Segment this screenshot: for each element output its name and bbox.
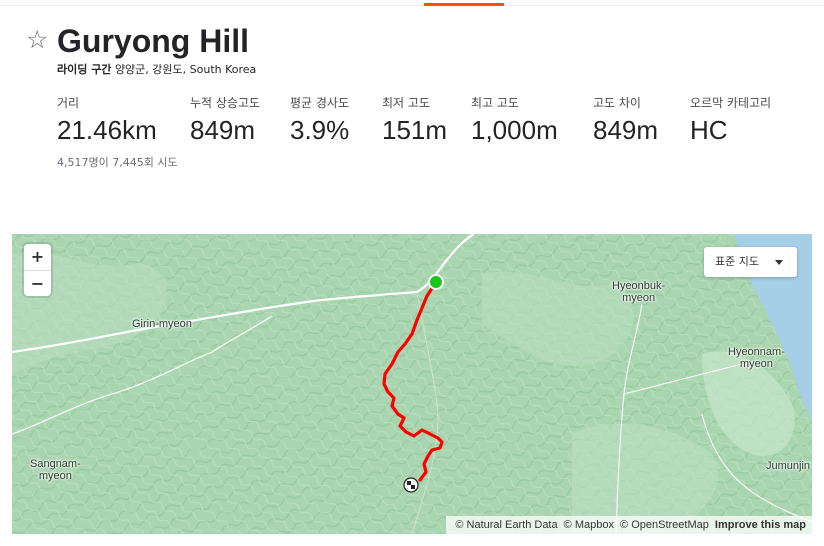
stat-value: 849m [190, 115, 256, 145]
stat-label: 누적 상승고도 [190, 96, 261, 110]
map-style-label: 표준 지도 [715, 255, 759, 268]
segment-subtitle: 라이딩 구간 양양군, 강원도, South Korea [57, 63, 256, 77]
improve-map-link[interactable]: Improve this map [715, 519, 806, 531]
stat-climb-category: 오르막 카테고리 HC [690, 96, 771, 145]
active-tab-indicator [424, 3, 504, 6]
stat-label: 오르막 카테고리 [690, 96, 772, 110]
map-attribution: © Natural Earth Data © Mapbox © OpenStre… [446, 516, 812, 534]
top-tab-bar [0, 0, 824, 6]
stat-highest-elevation: 최고 고도 1,000m [471, 96, 558, 145]
attribution-natural-earth[interactable]: © Natural Earth Data [455, 519, 557, 531]
stat-label: 평균 경사도 [290, 96, 350, 110]
stat-elevation-difference: 고도 차이 849m [593, 96, 658, 145]
place-label-girin: Girin-myeon [132, 318, 192, 330]
stat-label: 거리 [57, 96, 80, 110]
zoom-out-button[interactable]: − [24, 270, 51, 296]
place-label-sangnam: Sangnam- myeon [30, 458, 81, 482]
attempts-count: 4,517명이 7,445회 시도 [57, 156, 178, 169]
stat-lowest-elevation: 최저 고도 151m [382, 96, 447, 145]
stat-value: 3.9% [290, 115, 350, 145]
stat-label: 최고 고도 [471, 96, 519, 110]
zoom-controls: + − [24, 244, 51, 296]
map-style-dropdown[interactable]: 표준 지도 [704, 247, 797, 277]
caret-down-icon [775, 260, 783, 265]
stat-distance: 거리 21.46km [57, 96, 157, 145]
zoom-in-button[interactable]: + [24, 244, 51, 270]
segment-type-label: 라이딩 구간 [57, 63, 112, 76]
attribution-osm[interactable]: © OpenStreetMap [620, 519, 709, 531]
place-label-jumunjin: Jumunjin [766, 460, 811, 472]
stat-value: 1,000m [471, 115, 558, 145]
place-label-hyeonnam: Hyeonnam- myeon [728, 346, 785, 370]
map-canvas[interactable] [12, 234, 812, 534]
segment-title: Guryong Hill [57, 23, 249, 59]
finish-marker [403, 477, 419, 493]
star-icon[interactable]: ☆ [26, 26, 48, 54]
stat-value: 151m [382, 115, 448, 145]
stat-value: HC [690, 115, 728, 145]
stat-value: 849m [593, 115, 659, 145]
segment-location: 양양군, 강원도, South Korea [114, 63, 257, 76]
stat-label: 고도 차이 [593, 96, 641, 110]
start-marker [428, 274, 444, 290]
attribution-mapbox[interactable]: © Mapbox [564, 519, 614, 531]
segment-map[interactable]: + − 표준 지도 Girin-myeon Hyeonbuk- myeon Hy… [12, 234, 812, 534]
stat-label: 최저 고도 [382, 96, 430, 110]
stat-value: 21.46km [57, 115, 157, 145]
stat-avg-grade: 평균 경사도 3.9% [290, 96, 349, 145]
place-label-hyeonbuk: Hyeonbuk- myeon [612, 280, 666, 304]
stat-elevation-gain: 누적 상승고도 849m [190, 96, 260, 145]
